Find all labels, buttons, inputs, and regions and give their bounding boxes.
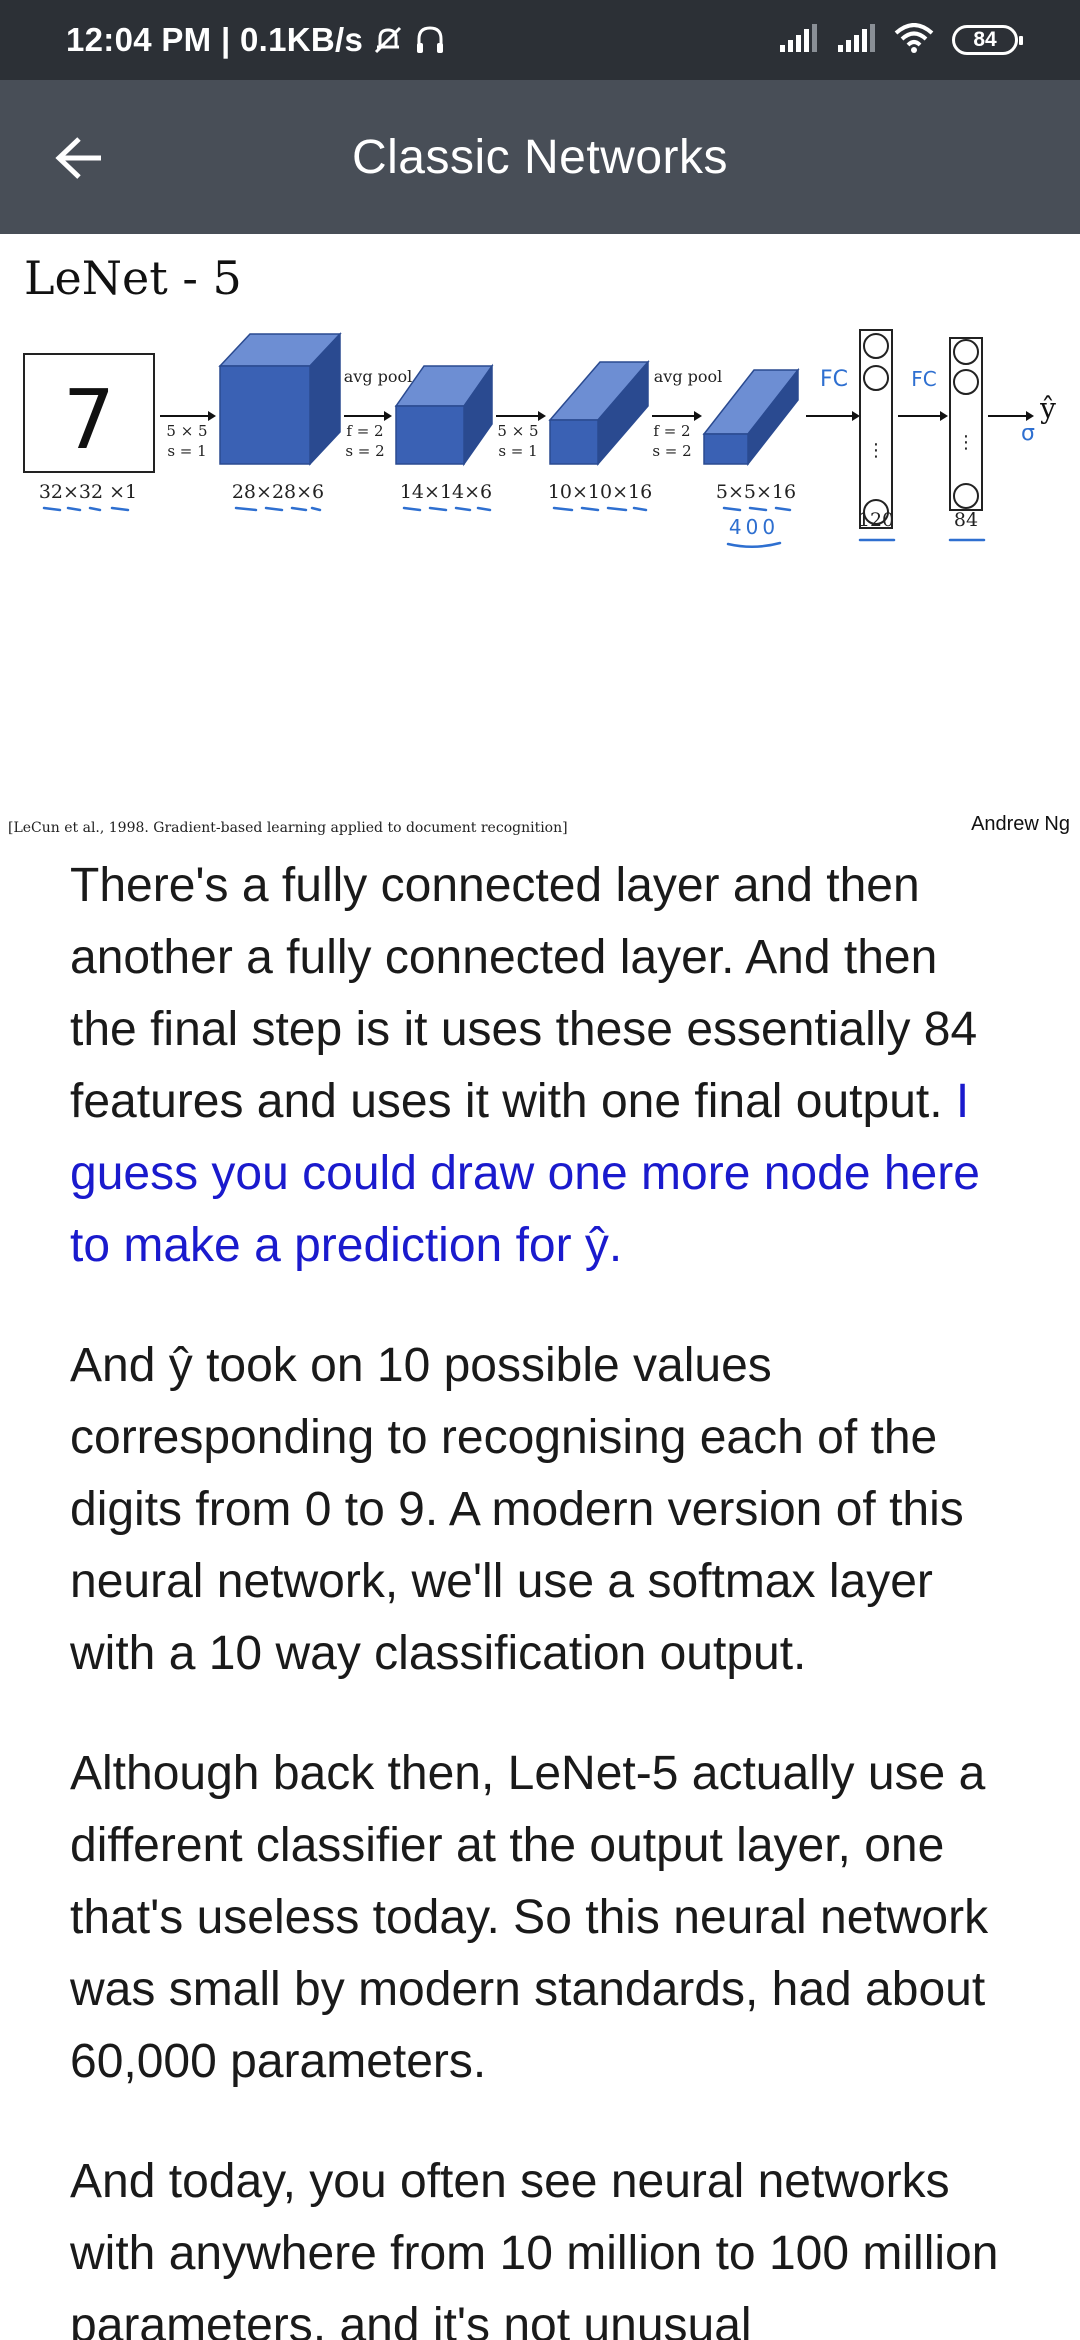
wifi-icon (894, 22, 934, 58)
signal-1-icon (778, 23, 818, 58)
note-400: 400 (729, 515, 779, 539)
arrow-fc1 (806, 411, 860, 421)
fc2-note: FC (911, 367, 936, 391)
input-digit: 7 (63, 373, 115, 468)
pool2-filter: f = 2 (653, 422, 690, 440)
citation: [LeCun et al., 1998. Gradient-based lear… (8, 820, 568, 836)
fc1-vdots: ⋮ (867, 440, 885, 461)
status-left: 12:04 PM | 0.1KB/s (66, 0, 447, 80)
arrow-pool2 (652, 411, 702, 421)
handwritten-underlines (42, 506, 986, 548)
status-time: 12:04 PM (66, 21, 212, 58)
pool1-label: avg pool (344, 367, 413, 386)
arrow-pool1 (344, 411, 392, 421)
lecture-slide-image[interactable]: LeNet - 5 7 5 × 5 s = 1 avg pool f = 2 s… (0, 234, 1080, 844)
transcript-paragraph[interactable]: And ŷ took on 10 possible values corresp… (70, 1330, 1010, 1690)
pool2-stride: s = 2 (652, 442, 691, 460)
app-bar: Classic Networks (0, 80, 1080, 234)
block-conv1 (218, 332, 342, 466)
battery-level: 84 (973, 28, 997, 51)
back-button[interactable] (40, 118, 120, 198)
slide-author: Andrew Ng (971, 813, 1070, 835)
output-y-hat: ŷ (1039, 392, 1056, 425)
fc-layer-84 (949, 337, 983, 511)
fc2-vdots: ⋮ (957, 432, 975, 453)
arrow-output (988, 411, 1034, 421)
lenet-diagram: LeNet - 5 7 5 × 5 s = 1 avg pool f = 2 s… (8, 251, 1070, 836)
page-title: Classic Networks (351, 130, 729, 184)
conv2-stride: s = 1 (498, 442, 537, 460)
pool1-filter: f = 2 (346, 422, 383, 440)
arrow-left-icon (55, 137, 101, 179)
status-separator: | (211, 21, 240, 58)
conv1-filter: 5 × 5 (166, 422, 207, 440)
block-conv2 (548, 359, 650, 467)
headset-icon (413, 23, 447, 57)
output-note: σ (1021, 421, 1035, 446)
transcript-paragraph[interactable]: Although back then, LeNet-5 actually use… (70, 1738, 1010, 2098)
transcript: There's a fully connected layer and then… (70, 850, 1010, 2340)
pool2-label: avg pool (654, 367, 723, 386)
pool1-stride: s = 2 (345, 442, 384, 460)
conv1-stride: s = 1 (167, 442, 206, 460)
battery-icon: 84 (952, 25, 1023, 55)
dim-input: 32×32 ×1 (39, 481, 137, 503)
transcript-text: There's a fully connected layer and then… (70, 859, 978, 1128)
mute-notifications-icon (371, 23, 405, 57)
fc1-size: 120 (858, 509, 894, 531)
arrow-fc2 (898, 411, 948, 421)
transcript-paragraph: There's a fully connected layer and then… (70, 850, 1010, 1282)
fc1-note: FC (820, 367, 848, 392)
dim-conv1: 28×28×6 (232, 481, 324, 503)
network-speed: 0.1KB/s (239, 21, 364, 58)
status-bar: 12:04 PM | 0.1KB/s 84 (0, 0, 1080, 80)
transcript-paragraph[interactable]: And today, you often see neural networks… (70, 2146, 1010, 2340)
dim-conv2: 10×10×16 (548, 481, 652, 503)
signal-2-icon (836, 23, 876, 58)
arrow-conv2 (496, 411, 546, 421)
conv2-filter: 5 × 5 (497, 422, 538, 440)
fc-layer-120 (859, 329, 893, 529)
status-right: 84 (778, 0, 1023, 80)
dim-pool1: 14×14×6 (400, 481, 492, 503)
dim-pool2: 5×5×16 (716, 481, 796, 503)
fc2-size: 84 (954, 509, 978, 531)
slide-title: LeNet - 5 (24, 251, 242, 305)
arrow-conv1 (160, 411, 216, 421)
